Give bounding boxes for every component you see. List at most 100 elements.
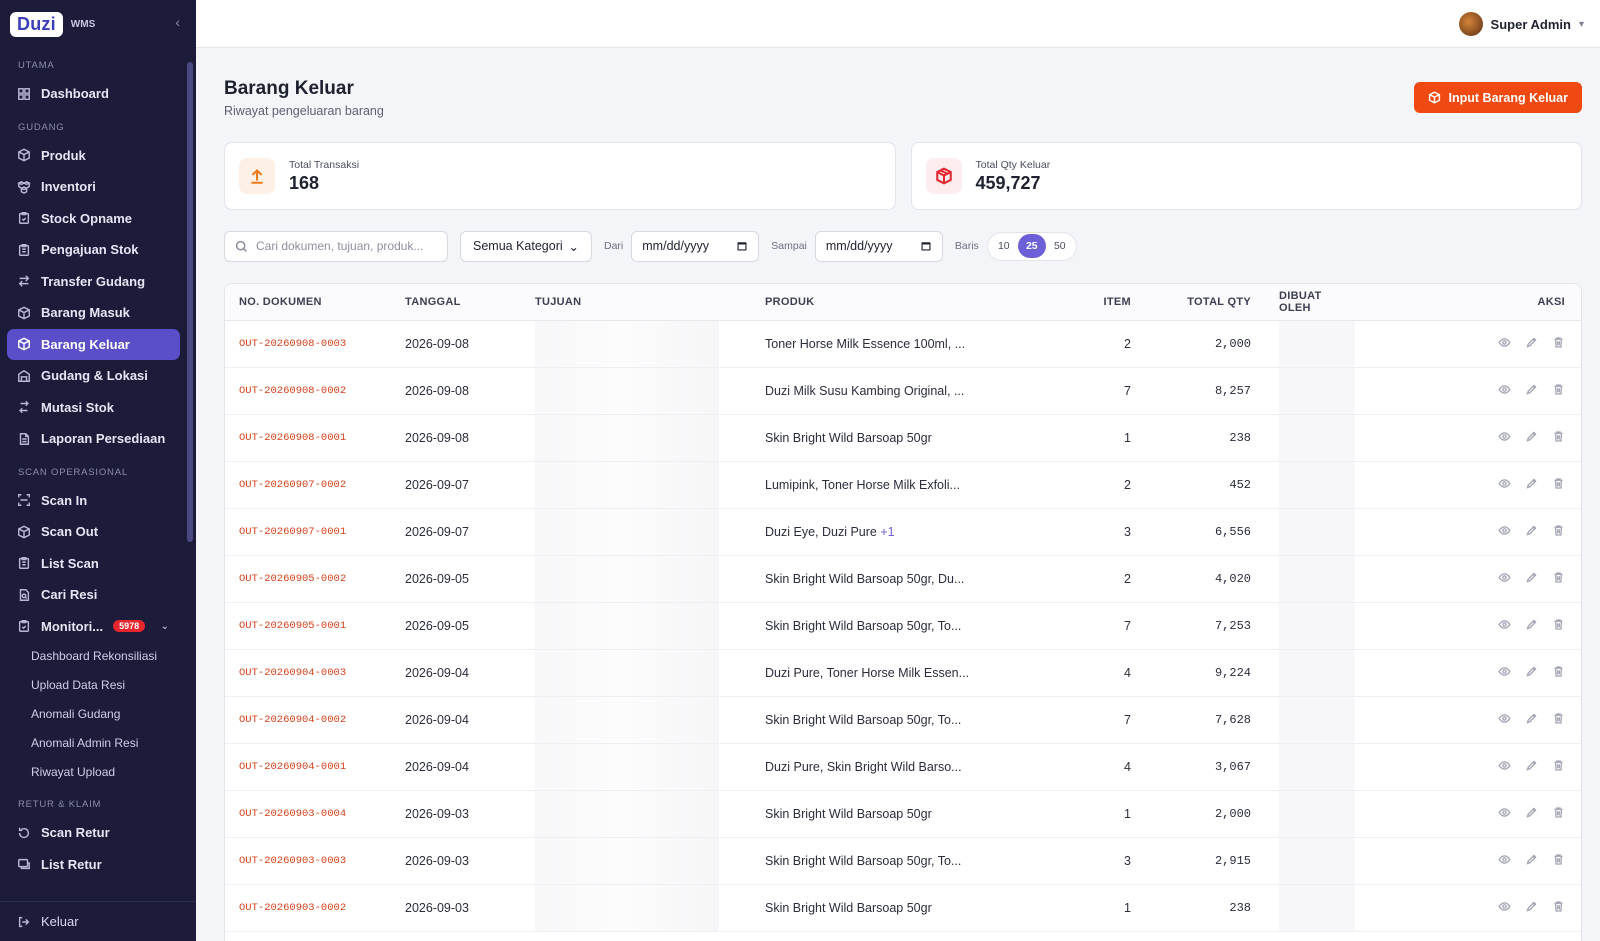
calendar-icon[interactable] — [920, 240, 932, 252]
sidebar-scrollbar[interactable] — [187, 62, 193, 542]
sidebar-subitem[interactable]: Riwayat Upload — [0, 758, 186, 787]
eye-icon[interactable] — [1498, 430, 1511, 443]
eye-icon[interactable] — [1498, 336, 1511, 349]
sidebar-subitem[interactable]: Dashboard Rekonsiliasi — [0, 642, 186, 671]
eye-icon[interactable] — [1498, 571, 1511, 584]
table-row[interactable]: OUT-20260907-0001 2026-09-07 Duzi Eye, Duz… — [225, 508, 1581, 556]
edit-icon[interactable] — [1525, 665, 1538, 678]
doc-number[interactable]: OUT-20260905-0002 — [225, 555, 405, 603]
sidebar-item-scan-retur[interactable]: Scan Retur — [0, 817, 186, 849]
edit-icon[interactable] — [1525, 430, 1538, 443]
eye-icon[interactable] — [1498, 477, 1511, 490]
table-row[interactable]: OUT-20260903-0003 2026-09-03 Skin Bright W… — [225, 837, 1581, 885]
rows-option-50[interactable]: 50 — [1046, 234, 1074, 258]
col-tanggal[interactable]: TANGGAL — [405, 284, 535, 321]
doc-number[interactable]: OUT-20260908-0001 — [225, 414, 405, 462]
table-row[interactable]: OUT-20260908-0003 2026-09-08 Toner Horse M… — [225, 320, 1581, 368]
edit-icon[interactable] — [1525, 618, 1538, 631]
doc-number[interactable]: OUT-20260905-0001 — [225, 602, 405, 650]
trash-icon[interactable] — [1552, 900, 1565, 913]
eye-icon[interactable] — [1498, 853, 1511, 866]
table-row[interactable]: OUT-20260903-0004 2026-09-03 Skin Bright W… — [225, 790, 1581, 838]
doc-number[interactable]: OUT-20260904-0002 — [225, 696, 405, 744]
table-row[interactable]: OUT-20260905-0002 2026-09-05 Skin Bright W… — [225, 555, 1581, 603]
doc-number[interactable]: OUT-20260903-0002 — [225, 884, 405, 932]
edit-icon[interactable] — [1525, 806, 1538, 819]
doc-number[interactable]: OUT-20260908-0002 — [225, 367, 405, 415]
sidebar-item-pengajuan-stok[interactable]: Pengajuan Stok — [0, 234, 186, 266]
trash-icon[interactable] — [1552, 430, 1565, 443]
doc-number[interactable]: OUT-20260904-0001 — [225, 743, 405, 791]
collapse-sidebar-icon[interactable]: ‹ — [175, 14, 180, 30]
rows-option-25[interactable]: 25 — [1017, 234, 1046, 258]
sidebar-item-scan-in[interactable]: Scan In — [0, 485, 186, 517]
eye-icon[interactable] — [1498, 806, 1511, 819]
sidebar-item-produk[interactable]: Produk — [0, 140, 186, 172]
table-row[interactable]: OUT-20260904-0001 2026-09-04 Duzi Pure, Sk… — [225, 743, 1581, 791]
table-row[interactable]: OUT-20260905-0001 2026-09-05 Skin Bright W… — [225, 602, 1581, 650]
doc-number[interactable]: OUT-20260907-0002 — [225, 461, 405, 509]
edit-icon[interactable] — [1525, 759, 1538, 772]
to-date-input[interactable]: mm/dd/yyyy — [814, 230, 943, 262]
table-row[interactable]: OUT-20260908-0001 2026-09-08 Skin Bright W… — [225, 414, 1581, 462]
col-dibuat-oleh[interactable]: DIBUAT OLEH — [1255, 284, 1355, 321]
eye-icon[interactable] — [1498, 900, 1511, 913]
edit-icon[interactable] — [1525, 712, 1538, 725]
eye-icon[interactable] — [1498, 618, 1511, 631]
edit-icon[interactable] — [1525, 477, 1538, 490]
edit-icon[interactable] — [1525, 336, 1538, 349]
trash-icon[interactable] — [1552, 806, 1565, 819]
sidebar-item-monitori[interactable]: Monitori... 5978 ⌄ — [0, 611, 186, 643]
eye-icon[interactable] — [1498, 665, 1511, 678]
table-row[interactable]: OUT-20260903-0002 2026-09-03 Skin Bright W… — [225, 884, 1581, 932]
trash-icon[interactable] — [1552, 571, 1565, 584]
trash-icon[interactable] — [1552, 853, 1565, 866]
edit-icon[interactable] — [1525, 900, 1538, 913]
sidebar-item-cari-resi[interactable]: Cari Resi — [0, 579, 186, 611]
eye-icon[interactable] — [1498, 712, 1511, 725]
sidebar-item-transfer-gudang[interactable]: Transfer Gudang — [0, 266, 186, 298]
sidebar-item-laporan-persediaan[interactable]: Laporan Persediaan — [0, 423, 186, 455]
doc-number[interactable]: OUT-20260903-0003 — [225, 837, 405, 885]
sidebar-item-barang-keluar[interactable]: Barang Keluar — [7, 328, 180, 360]
sidebar-item-dashboard[interactable]: Dashboard — [0, 78, 186, 110]
user-menu[interactable]: Super Admin ▾ — [1458, 12, 1584, 36]
col-total-qty[interactable]: TOTAL QTY — [1131, 284, 1255, 321]
from-date-input[interactable]: mm/dd/yyyy — [631, 230, 760, 262]
logout-button[interactable]: Keluar — [0, 901, 196, 941]
sidebar-item-list-retur[interactable]: List Retur — [0, 849, 186, 881]
trash-icon[interactable] — [1552, 759, 1565, 772]
eye-icon[interactable] — [1498, 524, 1511, 537]
sidebar-item-mutasi-stok[interactable]: Mutasi Stok — [0, 392, 186, 424]
trash-icon[interactable] — [1552, 618, 1565, 631]
col-tujuan[interactable]: TUJUAN — [535, 284, 761, 321]
category-select[interactable]: Semua Kategori ⌄ — [460, 230, 592, 262]
col-item[interactable]: ITEM — [1061, 284, 1131, 321]
sidebar-subitem[interactable]: Anomali Gudang — [0, 700, 186, 729]
edit-icon[interactable] — [1525, 524, 1538, 537]
chevron-down-icon[interactable]: ⌄ — [161, 621, 169, 632]
calendar-icon[interactable] — [736, 240, 748, 252]
logo[interactable]: Duzi — [10, 11, 63, 37]
table-row[interactable]: OUT-20260908-0002 2026-09-08 Duzi Milk Sus… — [225, 367, 1581, 415]
edit-icon[interactable] — [1525, 383, 1538, 396]
sidebar-subitem[interactable]: Anomali Admin Resi — [0, 729, 186, 758]
table-row[interactable]: OUT-20260904-0002 2026-09-04 Skin Bright W… — [225, 696, 1581, 744]
doc-number[interactable]: OUT-20260904-0003 — [225, 649, 405, 697]
table-row[interactable]: OUT-20260907-0002 2026-09-07 Lumipink, Ton… — [225, 461, 1581, 509]
trash-icon[interactable] — [1552, 336, 1565, 349]
trash-icon[interactable] — [1552, 712, 1565, 725]
trash-icon[interactable] — [1552, 665, 1565, 678]
eye-icon[interactable] — [1498, 759, 1511, 772]
sidebar-item-barang-masuk[interactable]: Barang Masuk — [0, 297, 186, 329]
eye-icon[interactable] — [1498, 383, 1511, 396]
trash-icon[interactable] — [1552, 383, 1565, 396]
input-barang-keluar-button[interactable]: Input Barang Keluar — [1413, 82, 1582, 113]
sidebar-item-list-scan[interactable]: List Scan — [0, 548, 186, 580]
trash-icon[interactable] — [1552, 524, 1565, 537]
edit-icon[interactable] — [1525, 571, 1538, 584]
doc-number[interactable]: OUT-20260903-0004 — [225, 790, 405, 838]
sidebar-item-stock-opname[interactable]: Stock Opname — [0, 203, 186, 235]
table-row[interactable]: OUT-20260904-0003 2026-09-04 Duzi Pure, To… — [225, 649, 1581, 697]
trash-icon[interactable] — [1552, 477, 1565, 490]
